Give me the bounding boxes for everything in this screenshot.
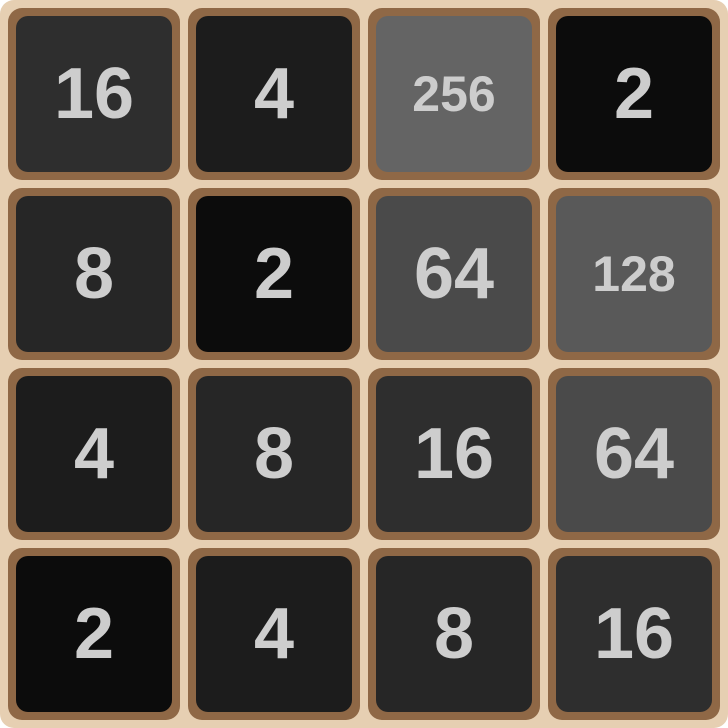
tile: 2 (16, 556, 172, 712)
board-cell: 64 (368, 188, 540, 360)
tile: 16 (376, 376, 532, 532)
tile: 16 (556, 556, 712, 712)
tile: 4 (196, 556, 352, 712)
tile: 8 (196, 376, 352, 532)
tile: 128 (556, 196, 712, 352)
board-cell: 16 (548, 548, 720, 720)
tile: 2 (196, 196, 352, 352)
board-cell: 8 (8, 188, 180, 360)
tile: 8 (16, 196, 172, 352)
board-cell: 2 (188, 188, 360, 360)
tile: 64 (376, 196, 532, 352)
board-cell: 2 (8, 548, 180, 720)
game-board: 16 4 256 2 8 2 64 128 4 8 16 64 2 4 8 16 (0, 0, 728, 728)
board-cell: 2 (548, 8, 720, 180)
tile: 16 (16, 16, 172, 172)
tile: 8 (376, 556, 532, 712)
board-cell: 4 (8, 368, 180, 540)
tile: 256 (376, 16, 532, 172)
board-cell: 256 (368, 8, 540, 180)
board-cell: 16 (368, 368, 540, 540)
board-cell: 4 (188, 548, 360, 720)
tile: 64 (556, 376, 712, 532)
board-cell: 4 (188, 8, 360, 180)
board-cell: 8 (368, 548, 540, 720)
board-cell: 128 (548, 188, 720, 360)
tile: 4 (196, 16, 352, 172)
board-cell: 8 (188, 368, 360, 540)
tile: 2 (556, 16, 712, 172)
board-cell: 64 (548, 368, 720, 540)
board-cell: 16 (8, 8, 180, 180)
tile: 4 (16, 376, 172, 532)
